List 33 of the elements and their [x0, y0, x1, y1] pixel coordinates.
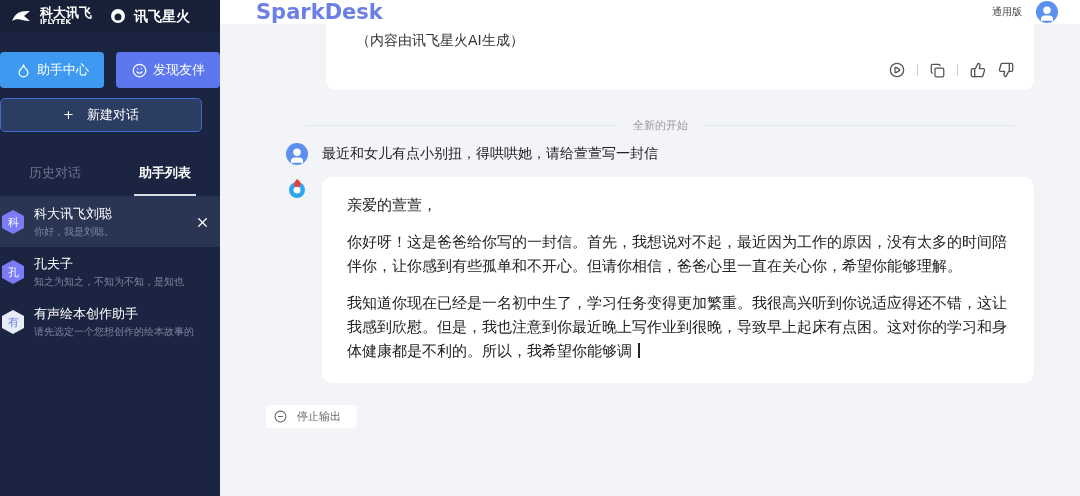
- droplet-icon: [15, 62, 31, 78]
- assistant-item[interactable]: 科 科大讯飞刘聪 你好，我是刘聪。: [0, 197, 220, 247]
- assistant-intro: 你好，我是刘聪。: [34, 225, 115, 239]
- spark-logo-icon: [286, 177, 308, 199]
- new-chat-button[interactable]: + 新建对话: [0, 98, 202, 132]
- divider-label: 全新的开始: [632, 118, 688, 133]
- product-name: 讯飞星火: [134, 9, 190, 23]
- assistant-name: 孔夫子: [34, 255, 74, 273]
- answer-text: （内容由讯飞星火AI生成）: [356, 32, 525, 50]
- copy-icon[interactable]: [930, 62, 945, 78]
- thumbs-up-icon[interactable]: [970, 62, 986, 78]
- app-title: SparkDesk: [256, 0, 384, 24]
- assistant-item[interactable]: 孔 孔夫子 知之为知之，不知为不知，是知也: [0, 247, 220, 297]
- nav-button[interactable]: 发现友伴: [116, 52, 220, 88]
- assistant-name: 有声绘本创作助手: [34, 305, 139, 323]
- answer-paragraph: 我知道你现在已经是一名初中生了，学习任务变得更加繁重。我很高兴听到你说适应得还不错，这让我感到欣慰。但是，我也注意到你最近晚上写作业到很晚，导致早上起床有点困。这对你的学习和身体健康都是不利的。所以，我希望你能够调: [347, 293, 1008, 361]
- stop-output-button[interactable]: 停止输出: [266, 405, 357, 428]
- question-text: 最近和女儿有点小别扭，得哄哄她，请给萱萱写一封信: [322, 145, 658, 163]
- user-avatar-icon[interactable]: [1036, 1, 1058, 23]
- assistant-avatar: 有: [2, 310, 24, 334]
- assistant-intro: 知之为知之，不知为不知，是知也: [34, 275, 185, 289]
- assistant-name: 科大讯飞刘聪: [34, 205, 113, 223]
- play-icon[interactable]: [889, 62, 905, 78]
- edition-label: 通用版: [992, 5, 1022, 19]
- stop-icon: [274, 410, 287, 423]
- thumbs-down-icon[interactable]: [998, 62, 1014, 78]
- brand-name: 科大讯飞: [40, 6, 92, 19]
- assistant-avatar: 科: [2, 210, 24, 234]
- answer-paragraph: 你好呀！这是爸爸给你写的一封信。首先，我想说对不起，最近因为工作的原因，没有太多的时间陪伴你，让你感到有些孤单和不开心。但请你相信，爸爸心里一直在关心你，希望你能够理解。: [347, 232, 1008, 276]
- smile-icon: [131, 62, 147, 78]
- answer-paragraph: 亲爱的萱萱，: [347, 195, 438, 215]
- assistant-avatar: 孔: [2, 260, 24, 284]
- user-avatar-icon: [286, 143, 308, 165]
